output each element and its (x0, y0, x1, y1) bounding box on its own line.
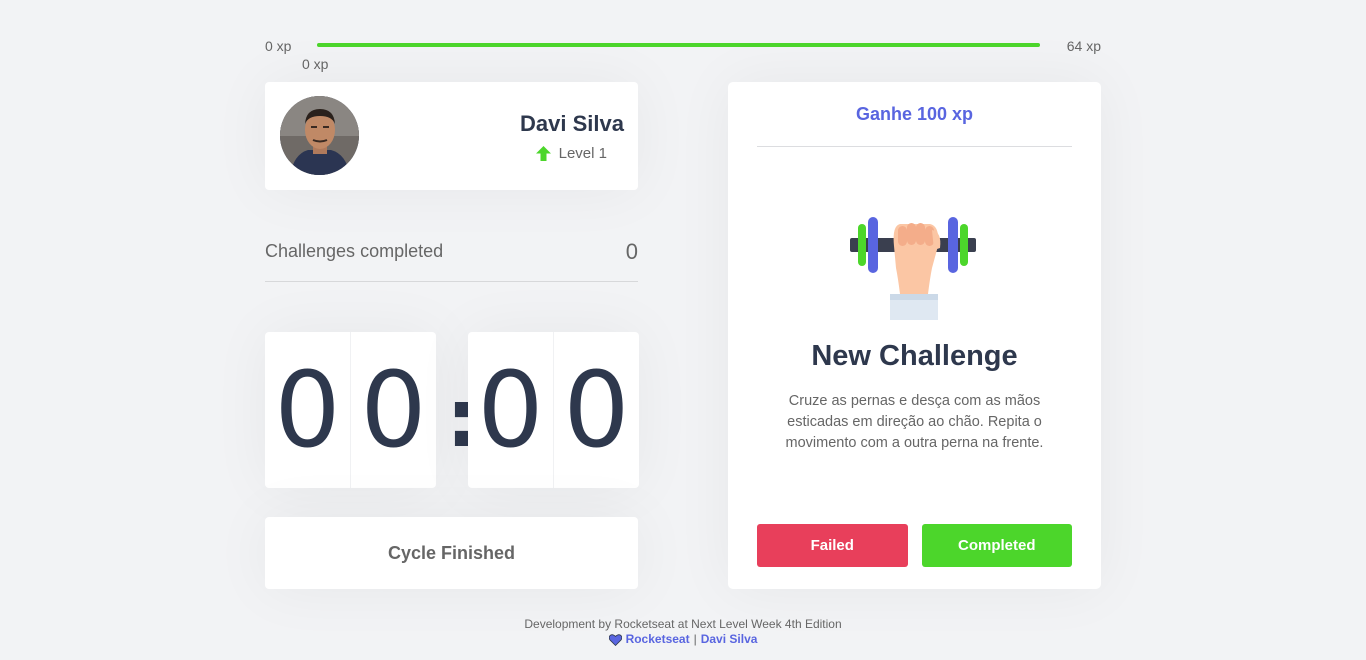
profile-card: Davi Silva Level 1 (265, 82, 638, 190)
xp-current-label: 0 xp (302, 56, 329, 72)
minute-digit-tens: 0 (274, 349, 341, 471)
challenge-card: Ganhe 100 xp New Challenge Cruze as pern… (728, 82, 1101, 589)
rocketseat-link[interactable]: Rocketseat (626, 632, 690, 647)
heart-icon (608, 633, 622, 646)
challenge-title: New Challenge (811, 340, 1018, 372)
footer-separator: | (693, 632, 697, 646)
dumbbell-hand-icon (850, 217, 976, 320)
challenge-failed-button[interactable]: Failed (757, 524, 908, 567)
challenge-actions: Failed Completed (757, 524, 1072, 567)
level-up-arrow-icon (535, 146, 551, 161)
minute-digit-ones: 0 (350, 332, 436, 488)
completed-challenges: Challenges completed 0 (265, 232, 638, 282)
countdown-timer: 0 0 : 0 0 (265, 332, 639, 488)
experience-bar: 0 xp 0 xp 64 xp (265, 34, 1101, 72)
challenge-reward: Ganhe 100 xp (757, 82, 1072, 147)
footer: Development by Rocketseat at Next Level … (0, 617, 1366, 647)
countdown-seconds: 0 0 (468, 332, 639, 488)
xp-min-label: 0 xp (265, 38, 292, 54)
second-digit-tens: 0 (477, 349, 544, 471)
xp-progress-track (317, 43, 1040, 47)
xp-progress-fill (317, 43, 1040, 47)
profile-name: Davi Silva (520, 111, 624, 136)
level-row: Level 1 (535, 145, 607, 162)
footer-credit: Development by Rocketseat at Next Level … (524, 617, 842, 631)
cycle-finished-button[interactable]: Cycle Finished (265, 517, 638, 589)
level-label: Level 1 (558, 145, 607, 162)
completed-challenges-count: 0 (625, 239, 638, 264)
completed-challenges-label: Challenges completed (265, 241, 444, 261)
footer-links: Rocketseat | Davi Silva (0, 632, 1366, 647)
challenge-completed-button[interactable]: Completed (921, 524, 1072, 567)
avatar (280, 96, 359, 175)
author-link[interactable]: Davi Silva (701, 632, 758, 647)
countdown-minutes: 0 0 (265, 332, 436, 488)
avatar-image (280, 96, 359, 175)
challenge-description: Cruze as pernas e desça com as mãos esti… (785, 393, 1044, 451)
xp-max-label: 64 xp (1066, 38, 1101, 54)
second-digit-ones: 0 (553, 332, 639, 488)
